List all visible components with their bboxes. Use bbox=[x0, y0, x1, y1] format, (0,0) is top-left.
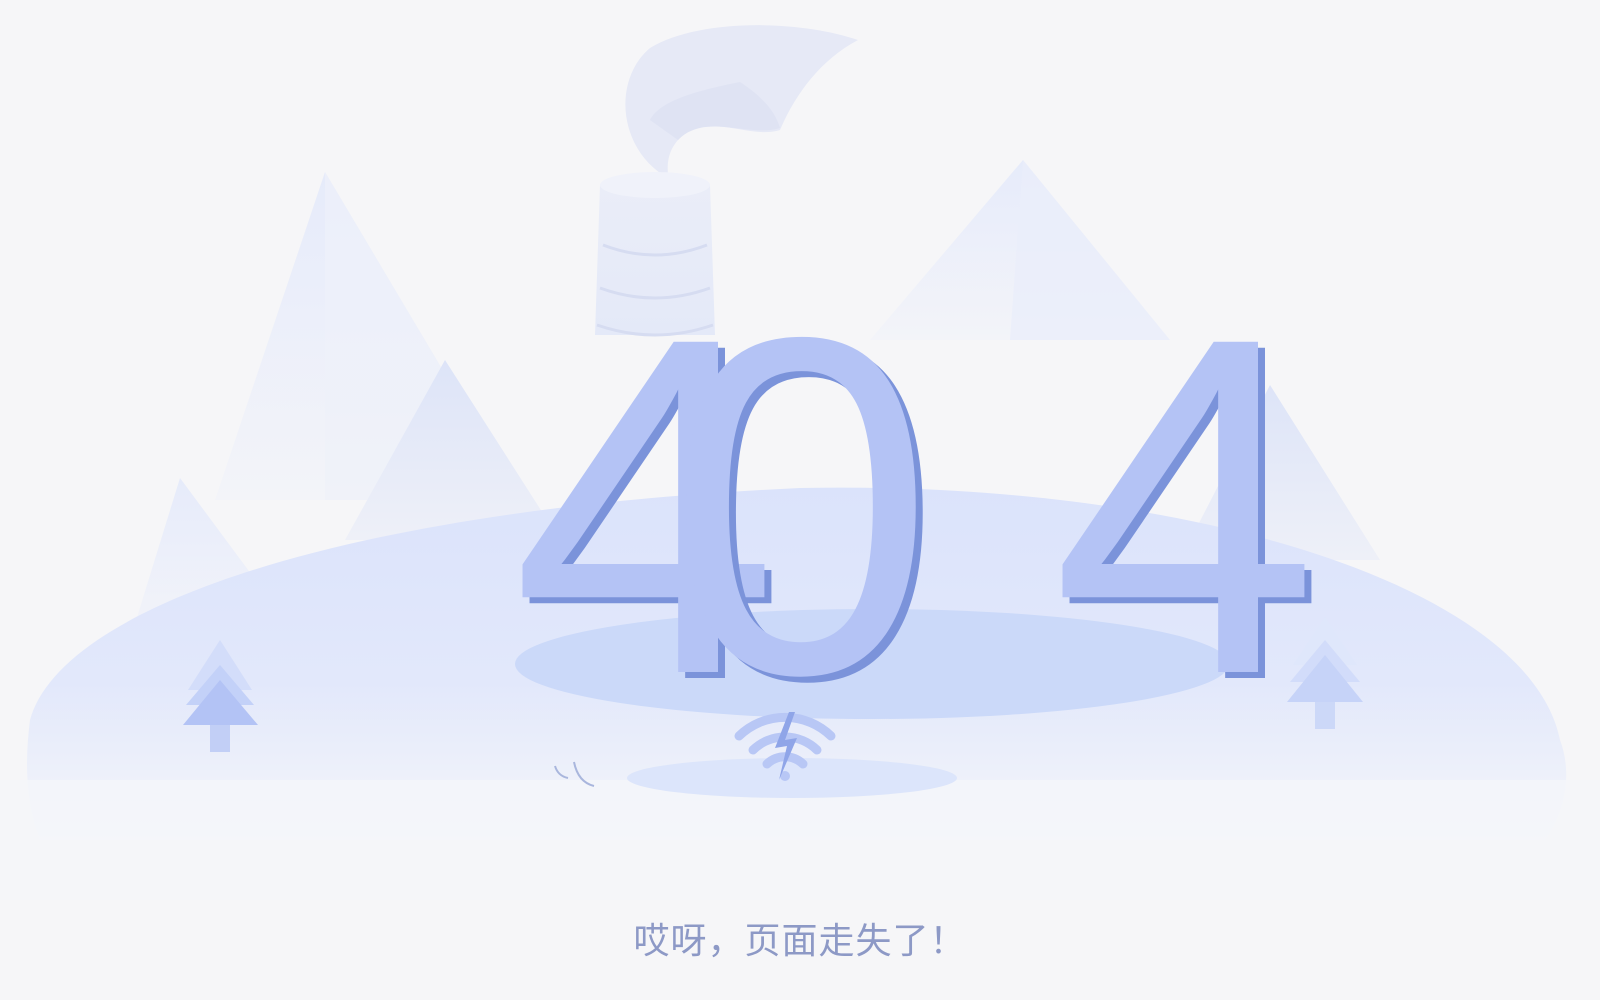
not-found-page: 4 4 0 0 4 4 哎呀，页面走失了！ bbox=[0, 0, 1600, 1000]
digit-0: 0 bbox=[668, 237, 935, 774]
digit-4-right: 4 bbox=[1052, 237, 1319, 774]
error-code-graphic: 4 4 0 0 4 4 bbox=[512, 237, 1326, 780]
error-illustration: 4 4 0 0 4 4 bbox=[0, 25, 1600, 900]
error-message: 哎呀，页面走失了！ bbox=[633, 921, 967, 962]
